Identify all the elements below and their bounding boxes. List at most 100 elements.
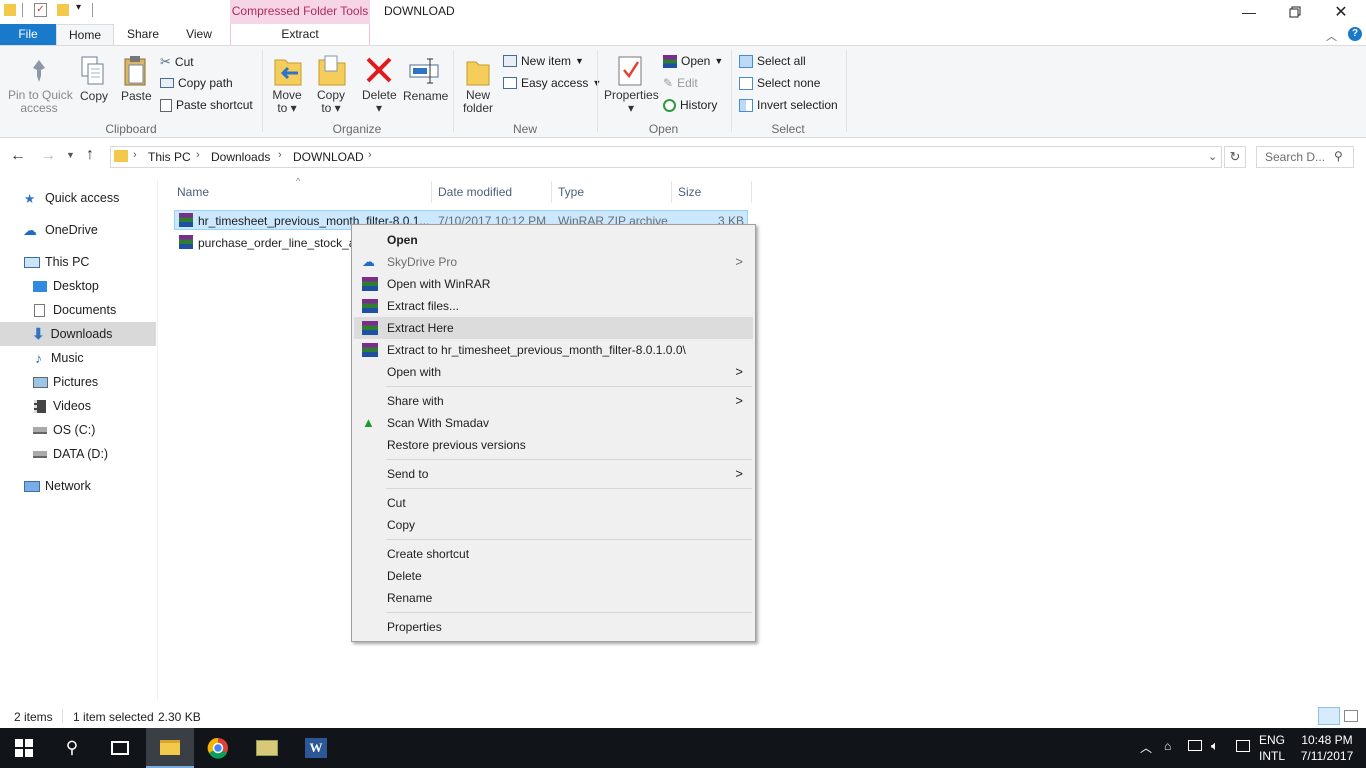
menu-item-open[interactable]: Open	[354, 229, 753, 251]
properties-button[interactable]	[616, 54, 644, 88]
column-header-type[interactable]: Type	[552, 181, 672, 203]
breadcrumb-chevron-icon[interactable]: ›	[278, 149, 282, 161]
tab-home[interactable]: Home	[56, 24, 114, 46]
details-view-icon[interactable]	[1318, 707, 1340, 725]
delete-button[interactable]	[364, 55, 396, 87]
menu-separator	[386, 386, 752, 387]
open-button[interactable]: Open ▼	[663, 54, 723, 68]
menu-item-rename[interactable]: Rename	[354, 587, 753, 609]
search-icon[interactable]: ⚲	[48, 728, 96, 768]
taskbar-word[interactable]: W	[292, 728, 340, 768]
device-icon[interactable]	[1188, 740, 1202, 751]
copy-button[interactable]	[80, 55, 108, 87]
menu-item-create-shortcut[interactable]: Create shortcut	[354, 543, 753, 565]
ribbon-divider	[846, 50, 847, 132]
back-arrow-icon[interactable]: ←	[10, 147, 26, 165]
nav-pictures[interactable]: Pictures	[0, 370, 156, 394]
breadcrumb-this-pc[interactable]: This PC	[148, 150, 191, 164]
tab-share[interactable]: Share	[120, 24, 166, 46]
nav-data-d[interactable]: DATA (D:)	[0, 442, 156, 466]
menu-item-open-with[interactable]: Open with >	[354, 361, 753, 383]
new-folder-qat-icon[interactable]	[57, 4, 69, 16]
volume-icon[interactable]: 🔈︎	[1211, 738, 1219, 754]
nav-music[interactable]: ♪ Music	[0, 346, 156, 370]
show-hidden-icons-icon[interactable]: ︿	[1140, 739, 1152, 756]
breadcrumb-chevron-icon[interactable]: ›	[196, 149, 200, 161]
menu-item-restore-previous-versions[interactable]: Restore previous versions	[354, 434, 753, 456]
new-item-button[interactable]: New item ▼	[503, 54, 584, 68]
menu-item-extract-files[interactable]: Extract files...	[354, 295, 753, 317]
column-header-size[interactable]: Size	[672, 181, 752, 203]
column-header-name[interactable]: Name	[171, 181, 432, 203]
menu-item-scan-smadav[interactable]: ▲ Scan With Smadav	[354, 412, 753, 434]
menu-item-send-to[interactable]: Send to >	[354, 463, 753, 485]
nav-network[interactable]: Network	[0, 474, 156, 498]
nav-desktop[interactable]: Desktop	[0, 274, 156, 298]
tab-extract[interactable]: Extract	[230, 24, 370, 46]
new-folder-button[interactable]	[465, 54, 493, 88]
minimize-button[interactable]: —	[1226, 0, 1272, 24]
copy-to-button[interactable]	[316, 54, 348, 88]
menu-item-open-with-winrar[interactable]: Open with WinRAR	[354, 273, 753, 295]
maximize-button[interactable]	[1272, 0, 1318, 24]
search-icon[interactable]: ⚲	[1334, 149, 1343, 163]
menu-item-share-with[interactable]: Share with >	[354, 390, 753, 412]
address-bar[interactable]	[110, 146, 1222, 168]
forward-arrow-icon[interactable]: →	[40, 147, 56, 165]
menu-item-extract-to[interactable]: Extract to hr_timesheet_previous_month_f…	[354, 339, 753, 361]
start-button[interactable]	[0, 728, 48, 768]
nav-videos[interactable]: Videos	[0, 394, 156, 418]
menu-item-copy[interactable]: Copy	[354, 514, 753, 536]
qat-dropdown-icon[interactable]: ▾	[76, 2, 81, 13]
breadcrumb-download[interactable]: DOWNLOAD	[293, 150, 364, 164]
move-to-button[interactable]	[272, 54, 304, 88]
taskbar-app[interactable]	[243, 728, 291, 768]
task-view-button[interactable]	[96, 728, 144, 768]
help-icon[interactable]: ?	[1348, 27, 1362, 41]
column-header-date[interactable]: Date modified	[432, 181, 552, 203]
tab-file[interactable]: File	[0, 24, 56, 46]
breadcrumb-chevron-icon[interactable]: ›	[368, 149, 372, 161]
copy-path-button[interactable]: Copy path	[160, 76, 233, 90]
paste-shortcut-button[interactable]: Paste shortcut	[160, 98, 253, 112]
large-icons-view-icon[interactable]	[1344, 710, 1358, 722]
easy-access-button[interactable]: Easy access▼	[503, 76, 601, 90]
notifications-icon[interactable]	[1236, 740, 1250, 752]
select-none-button[interactable]: Select none	[739, 76, 820, 90]
edit-button[interactable]: ✎ Edit	[663, 76, 698, 90]
pin-quick-access-button[interactable]	[8, 58, 70, 84]
address-dropdown-icon[interactable]: ⌄	[1208, 150, 1217, 163]
menu-item-extract-here[interactable]: Extract Here	[354, 317, 753, 339]
recent-locations-icon[interactable]: ▼	[66, 150, 75, 160]
network-icon[interactable]: ⌂	[1164, 739, 1171, 753]
invert-selection-button[interactable]: Invert selection	[739, 98, 838, 112]
input-language[interactable]: ENG INTL	[1258, 732, 1286, 764]
menu-item-delete[interactable]: Delete	[354, 565, 753, 587]
taskbar-file-explorer[interactable]	[146, 728, 194, 768]
select-all-button[interactable]: Select all	[739, 54, 806, 68]
close-button[interactable]: ✕	[1318, 0, 1364, 24]
menu-item-properties[interactable]: Properties	[354, 616, 753, 638]
paste-button[interactable]	[121, 55, 151, 87]
nav-quick-access[interactable]: ★ Quick access	[0, 186, 156, 210]
menu-item-cut[interactable]: Cut	[354, 492, 753, 514]
properties-qat-icon[interactable]: ✓	[34, 3, 47, 17]
breadcrumb-chevron-icon[interactable]: ›	[133, 149, 137, 161]
history-button[interactable]: History	[663, 98, 717, 112]
cut-button[interactable]: ✂ Cut	[160, 54, 194, 70]
nav-downloads[interactable]: ⬇ Downloads	[0, 322, 156, 346]
up-arrow-icon[interactable]: ↑	[86, 146, 94, 164]
menu-item-skydrive-pro[interactable]: ☁ SkyDrive Pro >	[354, 251, 753, 273]
clock[interactable]: 10:48 PM 7/11/2017	[1294, 732, 1360, 764]
nav-this-pc[interactable]: This PC	[0, 250, 156, 274]
rename-button[interactable]	[408, 55, 440, 87]
taskbar-chrome[interactable]	[194, 728, 242, 768]
nav-onedrive[interactable]: ☁ OneDrive	[0, 218, 156, 242]
breadcrumb-downloads[interactable]: Downloads	[211, 150, 270, 164]
collapse-ribbon-icon[interactable]: ︿	[1326, 28, 1337, 44]
nav-documents[interactable]: Documents	[0, 298, 156, 322]
refresh-icon[interactable]: ↻	[1224, 146, 1246, 168]
tab-view[interactable]: View	[176, 24, 222, 46]
nav-os-c[interactable]: OS (C:)	[0, 418, 156, 442]
task-view-icon	[111, 741, 129, 755]
